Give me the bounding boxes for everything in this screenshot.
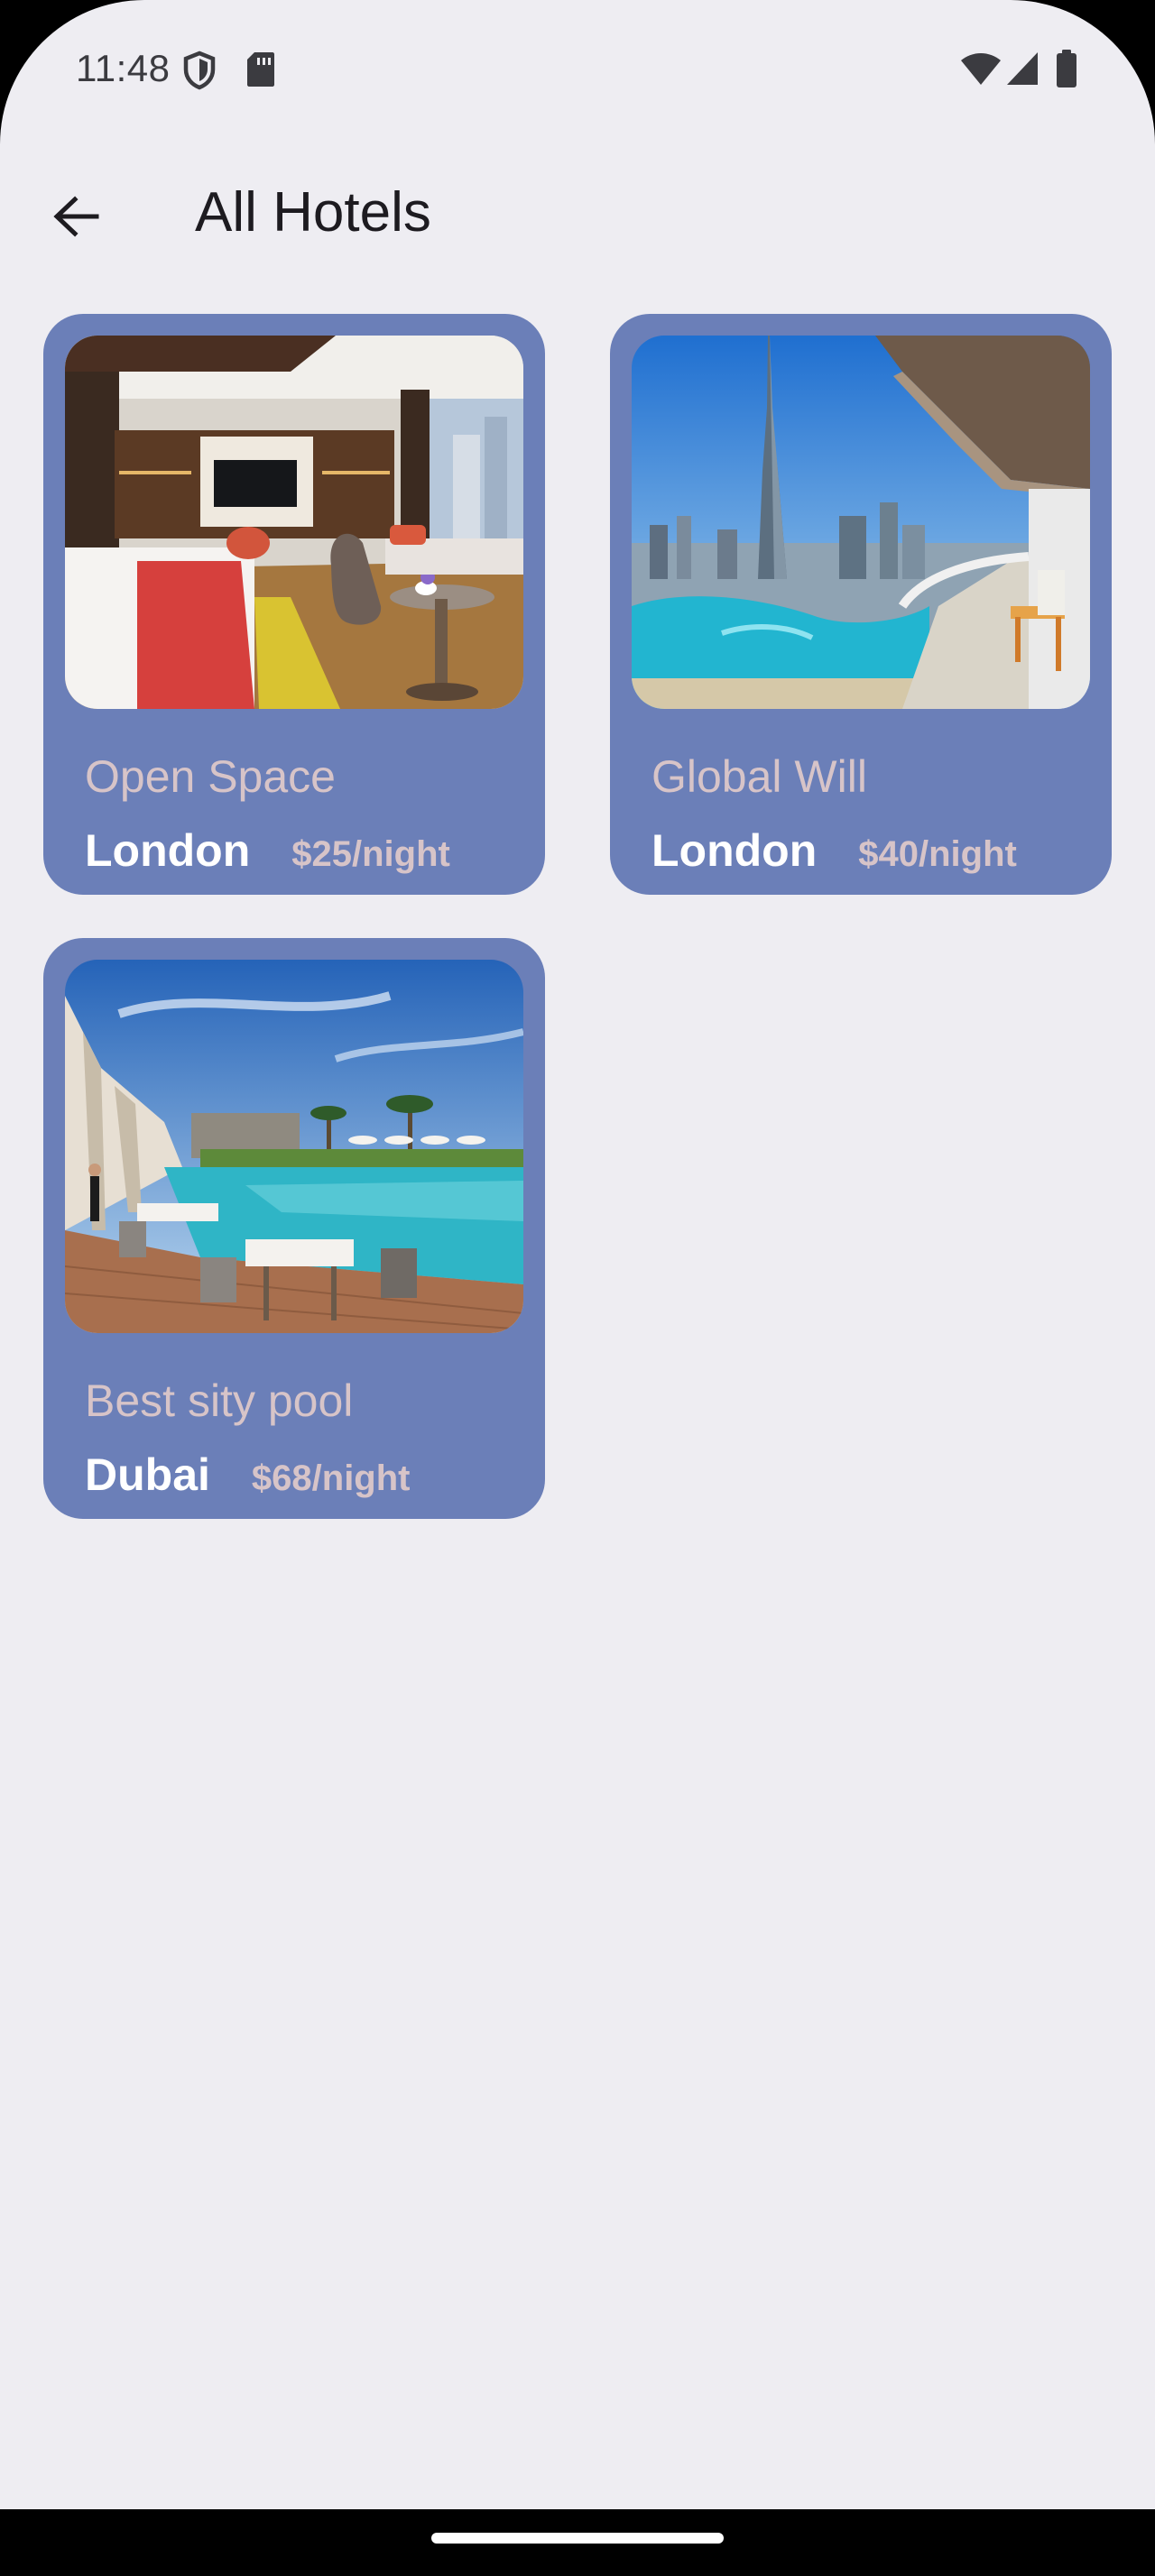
hotel-details: London $25/night — [85, 824, 450, 877]
hotel-price: $68/night — [251, 1458, 411, 1498]
hotel-city: Dubai — [85, 1449, 210, 1500]
hotel-details: London $40/night — [651, 824, 1017, 877]
hotel-city: London — [651, 825, 818, 876]
hotel-name: Global Will — [651, 751, 867, 802]
hotel-name: Open Space — [85, 751, 336, 802]
hotel-name: Best sity pool — [85, 1375, 354, 1426]
hotel-price: $25/night — [291, 834, 450, 874]
city-skyline-balcony-image — [632, 336, 1090, 709]
hotel-room-image — [65, 336, 523, 709]
wifi-icon — [961, 53, 1001, 85]
page-title: All Hotels — [195, 181, 431, 244]
home-indicator[interactable] — [431, 2533, 724, 2544]
cell-signal-icon — [1007, 52, 1038, 85]
back-button[interactable] — [36, 177, 116, 256]
screen: 11:48 All Hotels Open Space London $25/n… — [0, 0, 1155, 2509]
hotel-city: London — [85, 825, 251, 876]
hotel-card[interactable]: Best sity pool Dubai $68/night — [43, 938, 545, 1519]
battery-icon — [1057, 50, 1076, 87]
hotel-price: $40/night — [858, 834, 1017, 874]
arrow-back-icon — [53, 196, 99, 237]
sd-card-icon — [247, 52, 274, 87]
hotel-card[interactable]: Open Space London $25/night — [43, 314, 545, 895]
pool-terrace-image — [65, 960, 523, 1333]
hotel-details: Dubai $68/night — [85, 1449, 411, 1501]
hotel-card[interactable]: Global Will London $40/night — [610, 314, 1112, 895]
shield-icon — [183, 51, 216, 90]
status-time: 11:48 — [76, 47, 171, 89]
